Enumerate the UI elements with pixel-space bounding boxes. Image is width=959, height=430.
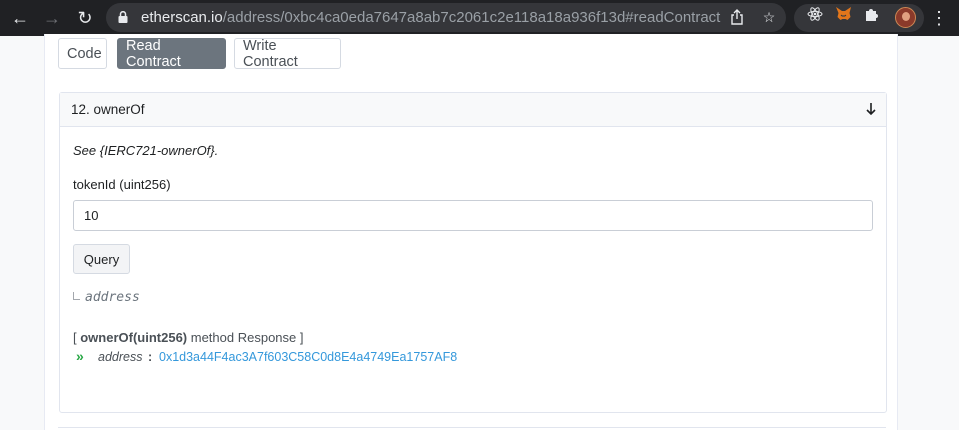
bookmark-star-icon[interactable]: ☆ bbox=[760, 8, 778, 26]
extensions-puzzle-icon[interactable] bbox=[862, 5, 880, 23]
function-title: 12. ownerOf bbox=[71, 102, 145, 117]
more-menu-icon[interactable]: ⋮ bbox=[930, 8, 948, 28]
url-host: etherscan.io bbox=[141, 9, 223, 26]
react-devtools-icon[interactable] bbox=[806, 5, 824, 23]
tab-write-contract[interactable]: Write Contract bbox=[234, 38, 341, 70]
response-heading: [ ownerOf(uint256) method Response ] bbox=[73, 330, 304, 345]
function-description: See {IERC721-ownerOf}. bbox=[73, 143, 219, 158]
function-header[interactable]: 12. ownerOf bbox=[60, 93, 886, 127]
back-arrow-icon[interactable]: ← bbox=[8, 6, 32, 30]
url-path: /address/0xbc4ca0eda7647a8ab7c2061c2e118… bbox=[222, 9, 721, 26]
tab-code[interactable]: Code bbox=[58, 38, 107, 69]
url-text[interactable]: etherscan.io/address/0xbc4ca0eda7647a8ab… bbox=[141, 9, 720, 26]
return-corner-icon bbox=[73, 292, 80, 300]
reload-icon[interactable]: ↻ bbox=[73, 6, 97, 30]
metamask-fox-icon[interactable] bbox=[834, 5, 852, 23]
profile-avatar[interactable] bbox=[895, 7, 916, 28]
page-content: Code Read Contract Write Contract 12. ow… bbox=[0, 34, 959, 430]
query-button[interactable]: Query bbox=[73, 244, 130, 274]
address-bar[interactable]: etherscan.io/address/0xbc4ca0eda7647a8ab… bbox=[106, 3, 786, 32]
browser-toolbar: ← → ↻ etherscan.io/address/0xbc4ca0eda76… bbox=[0, 0, 959, 36]
response-key: address bbox=[98, 350, 143, 364]
response-method: ownerOf(uint256) bbox=[80, 330, 188, 345]
token-id-input[interactable] bbox=[73, 200, 873, 231]
response-suffix: method Response ] bbox=[187, 330, 304, 345]
function-panel: 12. ownerOf See {IERC721-ownerOf}. token… bbox=[59, 92, 887, 413]
double-chevron-right-icon: » bbox=[76, 348, 84, 364]
return-type: address bbox=[85, 290, 140, 305]
param-label: tokenId (uint256) bbox=[73, 177, 171, 192]
arrow-down-icon[interactable] bbox=[864, 102, 878, 118]
share-icon[interactable] bbox=[728, 8, 746, 26]
response-colon: : bbox=[148, 350, 153, 364]
owner-address-link[interactable]: 0x1d3a44F4ac3A7f603C58C0d8E4a4749Ea1757A… bbox=[159, 350, 457, 364]
contract-card: Code Read Contract Write Contract 12. ow… bbox=[44, 34, 898, 430]
forward-arrow-icon[interactable]: → bbox=[40, 6, 64, 30]
lock-icon[interactable] bbox=[118, 11, 128, 23]
tab-read-contract[interactable]: Read Contract bbox=[117, 38, 226, 70]
